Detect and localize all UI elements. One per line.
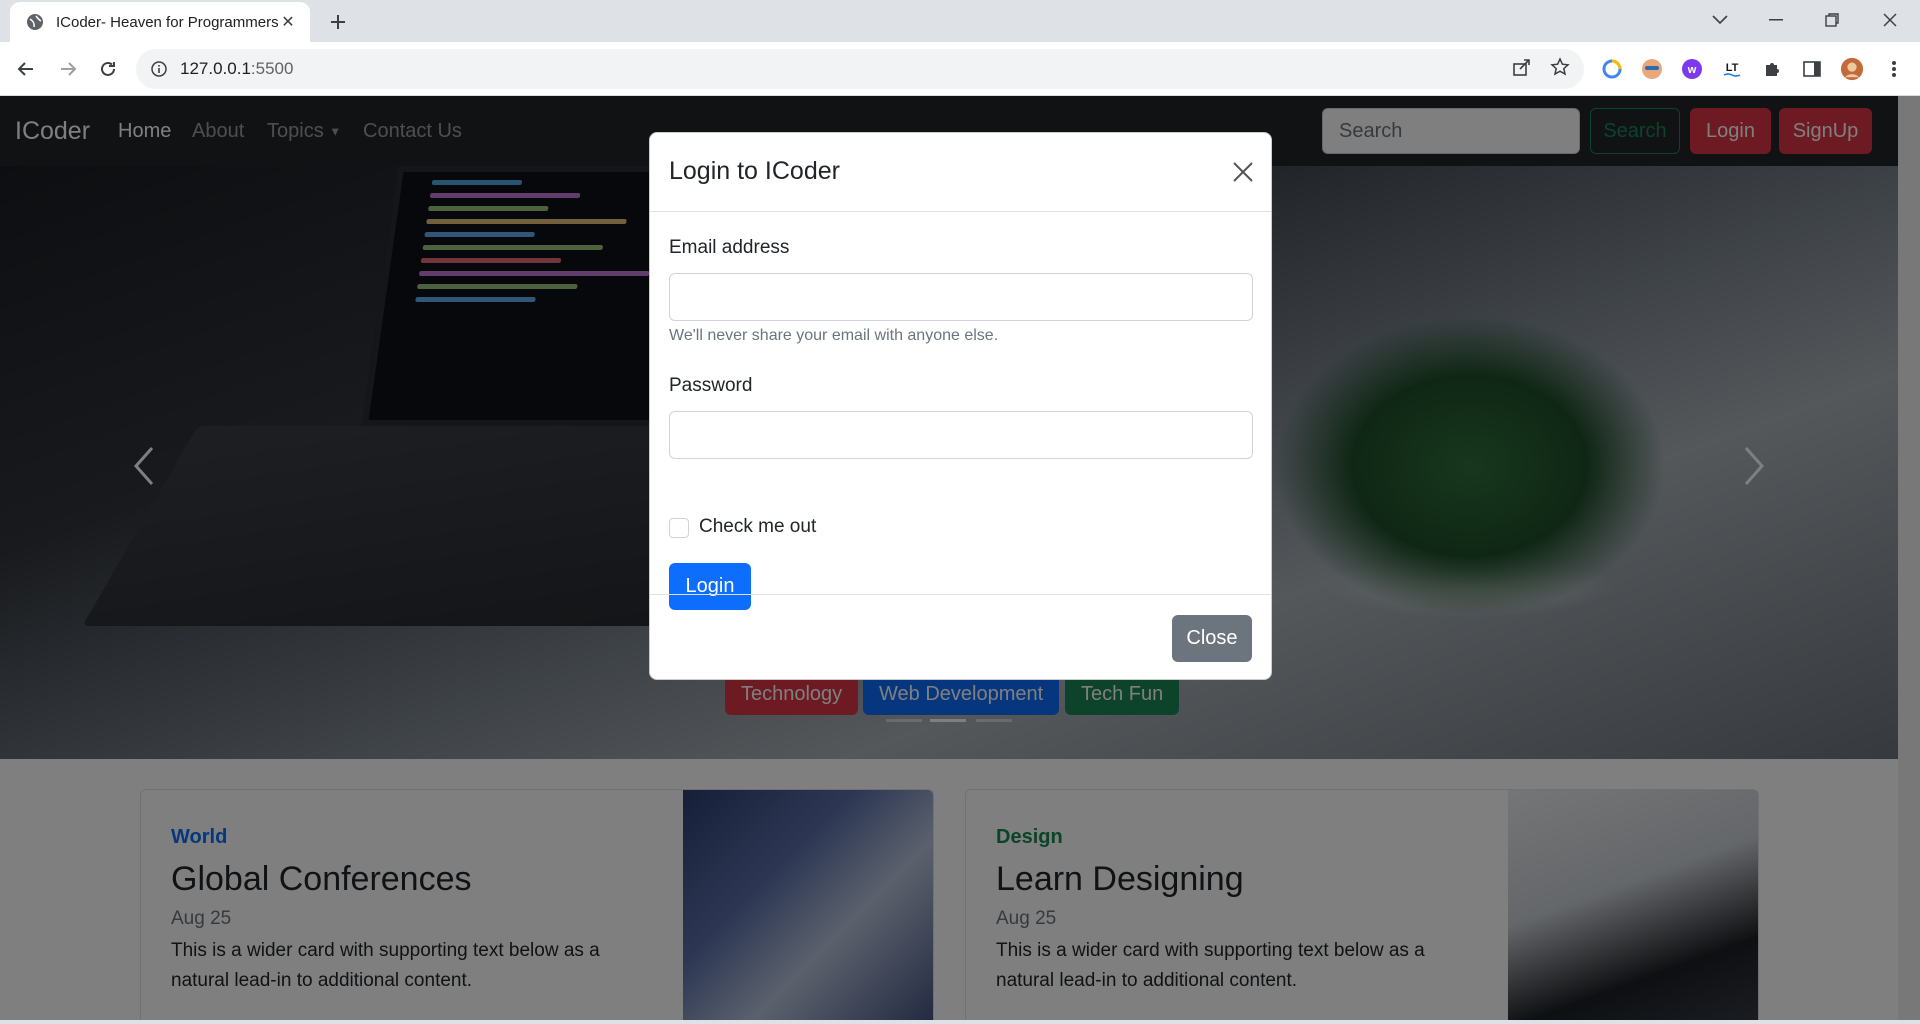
extension-color-icon[interactable] [1600,57,1624,81]
extension-lt-icon[interactable]: LT [1720,57,1744,81]
restore-icon[interactable] [1812,4,1852,36]
close-tab-icon[interactable]: ✕ [278,12,298,32]
modal-title: Login to ICoder [669,157,840,185]
browser-menu-icon[interactable] [1882,57,1906,81]
email-help-text: We'll never share your email with anyone… [669,327,999,344]
extension-w-icon[interactable]: w [1680,57,1704,81]
close-modal-icon[interactable] [1228,157,1258,187]
url-port: :5500 [250,59,294,78]
svg-text:w: w [1687,64,1697,76]
globe-icon [26,13,44,31]
tab-title: ICoder- Heaven for Programmers [56,13,278,31]
reload-icon[interactable] [92,53,124,85]
profile-avatar-icon[interactable] [1840,57,1864,81]
email-field[interactable] [669,273,1253,321]
bookmark-star-icon[interactable] [1550,56,1570,82]
side-panel-icon[interactable] [1800,57,1824,81]
minimize-icon[interactable] [1756,4,1796,36]
extensions-puzzle-icon[interactable] [1760,57,1784,81]
browser-tab[interactable]: ICoder- Heaven for Programmers ✕ [10,2,310,42]
new-tab-icon[interactable] [324,8,352,36]
modal-login-button[interactable]: Login [669,563,751,610]
svg-text:LT: LT [1726,62,1739,74]
share-icon[interactable] [1512,57,1532,82]
modal-footer-divider [650,594,1271,595]
tab-search-icon[interactable] [1700,4,1740,36]
extension-avatar-icon[interactable] [1640,57,1664,81]
site-info-icon[interactable] [150,60,168,78]
check-me-out-checkbox[interactable] [669,518,689,538]
browser-tabstrip: ICoder- Heaven for Programmers ✕ [0,0,1920,42]
check-me-out-label[interactable]: Check me out [699,516,816,538]
forward-icon[interactable] [52,53,84,85]
email-label: Email address [669,237,790,258]
web-page: ICoder Home About Topics ▼ Contact Us Se… [0,96,1920,1020]
password-field[interactable] [669,411,1253,459]
password-label: Password [669,375,753,396]
back-icon[interactable] [10,53,42,85]
modal-header: Login to ICoder [650,133,1271,212]
address-bar[interactable]: 127.0.0.1:5500 [136,49,1584,89]
url-host: 127.0.0.1 [180,59,251,78]
modal-close-button[interactable]: Close [1172,615,1252,662]
browser-toolbar: 127.0.0.1:5500 w LT [0,42,1920,96]
url-text: 127.0.0.1:5500 [180,59,293,79]
login-modal: Login to ICoder Email address We'll neve… [649,132,1272,680]
close-window-icon[interactable] [1870,4,1910,36]
